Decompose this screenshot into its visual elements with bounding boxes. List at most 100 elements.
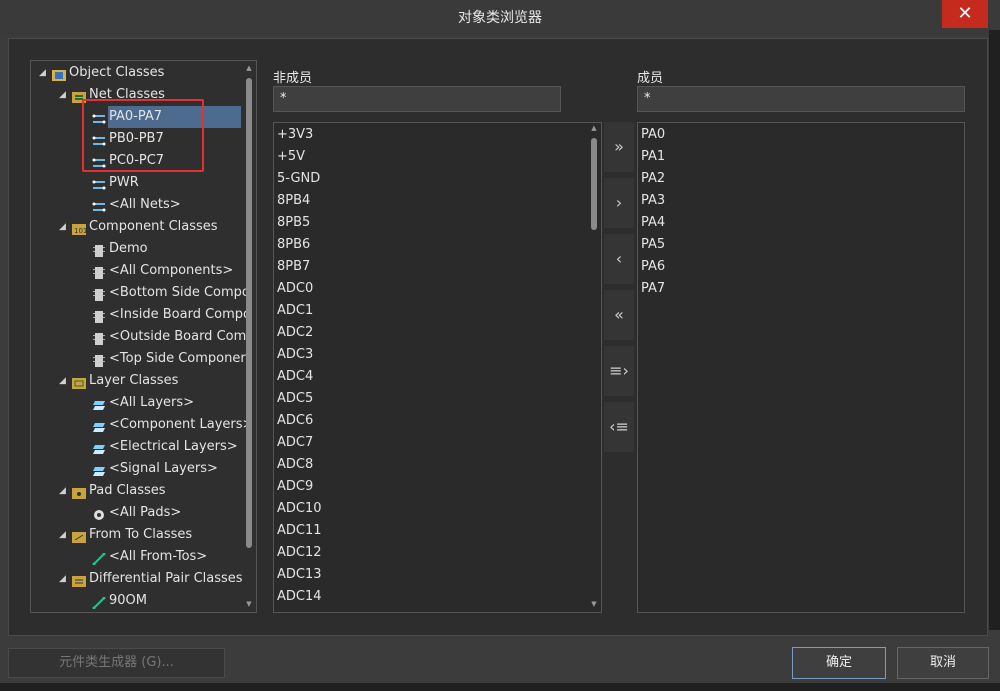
layer-icon: [92, 419, 106, 432]
members-filter-input[interactable]: *: [637, 86, 965, 112]
list-item[interactable]: PA1: [641, 146, 665, 168]
scroll-down-icon[interactable]: ▼: [590, 600, 598, 608]
tree-item-label: Component Classes: [89, 219, 218, 234]
tree-item-layer-classes[interactable]: ◢ Layer Classes: [31, 370, 246, 392]
members-list[interactable]: PA0 PA1 PA2 PA3 PA4 PA5 PA6 PA7: [637, 122, 965, 613]
tree-item-label: <Inside Board Compo: [109, 307, 251, 322]
tree-item-label: <Signal Layers>: [109, 461, 218, 476]
list-item[interactable]: 8PB5: [277, 212, 310, 234]
remove-filtered-button[interactable]: ‹≡: [604, 402, 634, 452]
list-item[interactable]: ADC1: [277, 300, 313, 322]
list-item[interactable]: ADC4: [277, 366, 313, 388]
expand-toggle-icon[interactable]: ◢: [59, 480, 69, 502]
add-filtered-button[interactable]: ≡›: [604, 346, 634, 396]
tree-item-pwr[interactable]: PWR: [31, 172, 246, 194]
tree-item-label: Differential Pair Classes: [89, 571, 243, 586]
tree-item-outside-board-com[interactable]: <Outside Board Com: [31, 326, 246, 348]
expand-toggle-icon[interactable]: ◢: [59, 524, 69, 546]
net-icon: [92, 177, 106, 190]
expand-toggle-icon[interactable]: ◢: [39, 62, 49, 84]
tree-item-signal-layers[interactable]: <Signal Layers>: [31, 458, 246, 480]
tree-item-all-components[interactable]: <All Components>: [31, 260, 246, 282]
scroll-up-icon[interactable]: ▲: [245, 64, 253, 72]
tree-item-all-from-tos[interactable]: <All From-Tos>: [31, 546, 246, 568]
expand-toggle-icon[interactable]: ◢: [59, 84, 69, 106]
class-generator-button[interactable]: 元件类生成器 (G)...: [8, 648, 225, 678]
list-item[interactable]: ADC0: [277, 278, 313, 300]
tree-item-top-side-componer[interactable]: <Top Side Componer: [31, 348, 246, 370]
tree-item-label: <All Components>: [109, 263, 234, 278]
nonmembers-list[interactable]: +3V3 +5V 5-GND 8PB4 8PB5 8PB6 8PB7 ADC0 ADC1 ADC2…: [273, 122, 602, 613]
close-button[interactable]: ✕: [942, 0, 988, 28]
tree-item-inside-board-compo[interactable]: <Inside Board Compo: [31, 304, 251, 326]
tree-item-label: 90OM: [109, 593, 147, 608]
tree-item-electrical-layers[interactable]: <Electrical Layers>: [31, 436, 246, 458]
tree-item-from-to-classes[interactable]: ◢ From To Classes: [31, 524, 246, 546]
nonmembers-scroll-thumb[interactable]: [591, 138, 597, 230]
list-item[interactable]: ADC10: [277, 498, 322, 520]
fromfolder-icon: [72, 529, 86, 543]
tree-item-label: <All Pads>: [109, 505, 182, 520]
tree-item-all-nets[interactable]: <All Nets>: [31, 194, 246, 216]
tree-item-90om[interactable]: 90OM: [31, 590, 246, 612]
compfolder-icon: 101: [72, 221, 87, 235]
list-item[interactable]: PA0: [641, 124, 665, 146]
layer-icon: [92, 463, 106, 476]
add-selected-button[interactable]: ›: [604, 178, 634, 228]
list-item[interactable]: PA7: [641, 278, 665, 300]
tree-item-pad-classes[interactable]: ◢ Pad Classes: [31, 480, 246, 502]
comp-icon: [92, 353, 106, 367]
list-item[interactable]: ADC3: [277, 344, 313, 366]
list-item[interactable]: PA3: [641, 190, 665, 212]
tree-item-component-layers[interactable]: <Component Layers>: [31, 414, 253, 436]
nonmembers-scrollbar[interactable]: ▲ ▼: [588, 124, 600, 610]
comp-icon: [92, 309, 106, 323]
remove-all-button[interactable]: «: [604, 290, 634, 340]
list-item[interactable]: ADC14: [277, 586, 322, 608]
list-item[interactable]: 5-GND: [277, 168, 320, 190]
layerfolder-icon: [72, 375, 86, 389]
tree-scrollbar[interactable]: ▲ ▼: [245, 64, 253, 610]
tree-item-object-classes[interactable]: ◢ Object Classes: [31, 62, 246, 84]
list-item[interactable]: ADC11: [277, 520, 322, 542]
scroll-down-icon[interactable]: ▼: [245, 600, 253, 608]
list-item[interactable]: 8PB6: [277, 234, 310, 256]
list-item[interactable]: ADC6: [277, 410, 313, 432]
scroll-up-icon[interactable]: ▲: [590, 124, 598, 132]
tree-scroll-thumb[interactable]: [246, 78, 252, 548]
list-item[interactable]: ADC12: [277, 542, 322, 564]
tree-item-all-pads[interactable]: <All Pads>: [31, 502, 246, 524]
tree-item-demo[interactable]: Demo: [31, 238, 246, 260]
tree-item-bottom-side-compo[interactable]: <Bottom Side Compo: [31, 282, 250, 304]
list-item[interactable]: ADC5: [277, 388, 313, 410]
list-item[interactable]: +5V: [277, 146, 305, 168]
cancel-button[interactable]: 取消: [897, 647, 989, 679]
tree-item-differential-pair-classes[interactable]: ◢ Differential Pair Classes: [31, 568, 246, 590]
add-all-button[interactable]: »: [604, 122, 634, 172]
list-item[interactable]: PA5: [641, 234, 665, 256]
tree-item-component-classes[interactable]: ◢ 101Component Classes: [31, 216, 246, 238]
expand-toggle-icon[interactable]: ◢: [59, 370, 69, 392]
fromto-icon: [92, 595, 106, 610]
tree-item-all-layers[interactable]: <All Layers>: [31, 392, 246, 414]
nonmembers-filter-input[interactable]: *: [273, 86, 561, 112]
list-item[interactable]: +3V3: [277, 124, 313, 146]
list-item[interactable]: ADC9: [277, 476, 313, 498]
svg-text:101: 101: [74, 227, 86, 235]
list-item[interactable]: ADC13: [277, 564, 322, 586]
title-bar: 对象类浏览器 ✕: [0, 0, 1000, 36]
list-item[interactable]: PA4: [641, 212, 665, 234]
list-item[interactable]: ADC2: [277, 322, 313, 344]
remove-selected-button[interactable]: ‹: [604, 234, 634, 284]
tree-item-label: Pad Classes: [89, 483, 166, 498]
list-item[interactable]: 8PB7: [277, 256, 310, 278]
ok-button[interactable]: 确定: [792, 647, 886, 679]
list-item[interactable]: ADC7: [277, 432, 313, 454]
expand-toggle-icon[interactable]: ◢: [59, 568, 69, 590]
expand-toggle-icon[interactable]: ◢: [59, 216, 69, 238]
list-item[interactable]: PA2: [641, 168, 665, 190]
list-item[interactable]: ADC8: [277, 454, 313, 476]
list-item[interactable]: PA6: [641, 256, 665, 278]
list-item[interactable]: 8PB4: [277, 190, 310, 212]
fromto-icon: [92, 551, 106, 566]
